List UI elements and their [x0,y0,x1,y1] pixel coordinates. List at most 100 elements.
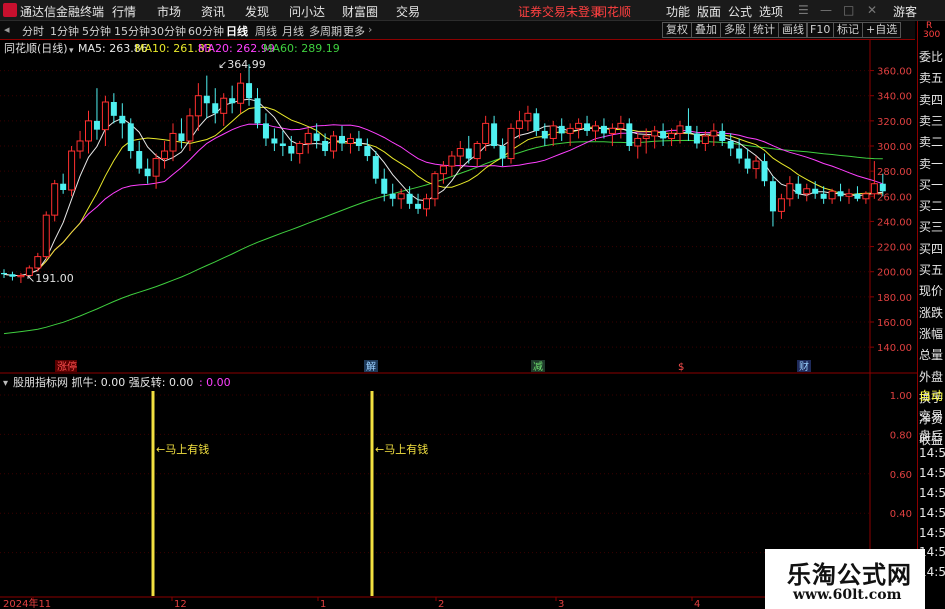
side-item[interactable]: 涨跌 [919,304,943,321]
menu-quotes[interactable]: 行情 [112,3,136,20]
event-reduce[interactable]: 减 [533,361,543,373]
candle [110,93,117,124]
side-item[interactable]: 卖四 [919,91,943,108]
side-lower-item[interactable]: 自动 [919,387,943,404]
multi-stock-button[interactable]: 多股 [720,22,750,38]
period-daily[interactable]: 日线 [226,23,248,39]
candle [448,151,456,177]
menu-wealth-circle[interactable]: 财富圈 [342,3,378,20]
candle [854,186,861,202]
menu-formula[interactable]: 公式 [728,3,752,20]
candle [507,123,515,164]
period-1min[interactable]: 1分钟 [50,23,79,39]
side-item[interactable]: 买一 [919,176,943,193]
period-monthly[interactable]: 月线 [282,23,304,39]
price-tick-label: 140.00 [877,343,912,354]
side-lower-item[interactable]: 14:56 [919,466,945,480]
guest-button[interactable]: 游客 [893,3,917,20]
event-unlock[interactable]: 解 [366,360,376,373]
statistics-button[interactable]: 统计 [749,22,779,38]
side-lower-item[interactable]: 14:56 [919,446,945,460]
side-lower-item[interactable]: 14:56 [919,506,945,520]
overlay-button[interactable]: 叠加 [691,22,721,38]
toolbar-left-arrow-icon[interactable]: ◂ [4,23,10,36]
menu-function[interactable]: 功能 [666,3,690,20]
add-watchlist-button[interactable]: +自选 [862,22,902,38]
more-chevron-icon[interactable]: › [368,23,372,36]
side-item[interactable]: 买四 [919,240,943,257]
indicator-legend: 股朋指标网 抓牛: 0.00 强反转: 0.00 : 0.00 [13,375,231,389]
event-dividend[interactable]: $ [678,362,684,373]
candle [1,269,7,278]
event-earnings[interactable]: 财 [799,360,809,373]
side-item[interactable]: 卖一 [919,155,943,172]
period-30min[interactable]: 30分钟 [150,23,186,39]
candle [194,83,202,131]
menu-ask-xiaoda[interactable]: 问小达 [289,3,325,20]
candle [355,130,362,152]
side-item[interactable]: 现价 [919,282,943,299]
date-axis-ticks: 2024年11 12 1 2 3 4 [3,597,700,609]
side-lower-item[interactable]: 14:56 [919,526,945,540]
kline-chart[interactable]: 360.00340.00320.00300.00280.00260.00240.… [0,40,917,609]
candle [803,183,811,202]
period-5min[interactable]: 5分钟 [82,23,111,39]
candle [786,176,794,207]
menu-trade[interactable]: 交易 [396,3,420,20]
period-tick[interactable]: 分时 [22,23,44,39]
ma10-line [3,106,883,276]
minimize-icon[interactable]: — [820,3,832,17]
login-notice[interactable]: 证券交易未登录 [518,3,602,20]
side-item[interactable]: 委比 [919,48,943,65]
side-item[interactable]: 卖二 [919,133,943,150]
candle [533,108,540,136]
side-item[interactable]: 外盘 [919,368,943,385]
candle [837,183,844,202]
indicator-chevron-icon[interactable]: ▾ [3,378,8,389]
period-more[interactable]: 更多 [343,23,365,39]
period-weekly[interactable]: 周线 [255,23,277,39]
side-item[interactable]: 涨幅 [919,325,943,342]
event-limit-up[interactable]: 涨停 [57,360,77,373]
side-lower-item[interactable]: 交易 [919,407,943,424]
side-lower-item[interactable]: 盘后 [919,427,943,444]
period-multi[interactable]: 多周期 [309,23,342,39]
close-icon[interactable]: ✕ [867,3,877,17]
menu-layout[interactable]: 版面 [697,3,721,20]
period-15min[interactable]: 15分钟 [114,23,150,39]
period-60min[interactable]: 60分钟 [188,23,224,39]
side-item[interactable]: 卖三 [919,112,943,129]
menu-news[interactable]: 资讯 [201,3,225,20]
side-item[interactable]: 买五 [919,261,943,278]
menu-market[interactable]: 市场 [157,3,181,20]
high-marker: ↙364.99 [218,58,266,71]
menu-discover[interactable]: 发现 [245,3,269,20]
window-menu-icon[interactable]: ☰ [798,3,809,17]
legend-chevron-icon[interactable]: ▾ [69,46,74,56]
candle [584,115,591,136]
watermark-banner: 乐淘公式网 www.60lt.com [765,549,925,609]
period-toolbar: ◂ 分时 1分钟 5分钟 15分钟 30分钟 60分钟 日线 周线 月线 多周期… [0,21,915,40]
side-item[interactable]: 买二 [919,197,943,214]
side-lower-item[interactable]: 14:56 [919,486,945,500]
signal-label: ←马上有钱 [156,442,209,456]
draw-line-button[interactable]: 画线 [778,22,808,38]
date-tick-label: 12 [174,599,187,609]
candle [237,73,245,114]
candle [85,110,92,154]
f10-button[interactable]: F10 [806,22,835,38]
side-item[interactable]: 总量 [919,346,943,363]
adjust-button[interactable]: 复权 [662,22,692,38]
maximize-icon[interactable]: □ [843,3,854,17]
candle [262,113,269,146]
candle [626,118,633,152]
side-item[interactable]: 卖五 [919,69,943,86]
candle [339,125,345,152]
menu-options[interactable]: 选项 [759,3,783,20]
side-item[interactable]: 买三 [919,218,943,235]
price-tick-label: 280.00 [877,167,912,178]
broker-name[interactable]: 同花顺 [595,3,631,20]
candle [127,118,134,159]
mark-button[interactable]: 标记 [833,22,863,38]
candle [524,105,532,131]
